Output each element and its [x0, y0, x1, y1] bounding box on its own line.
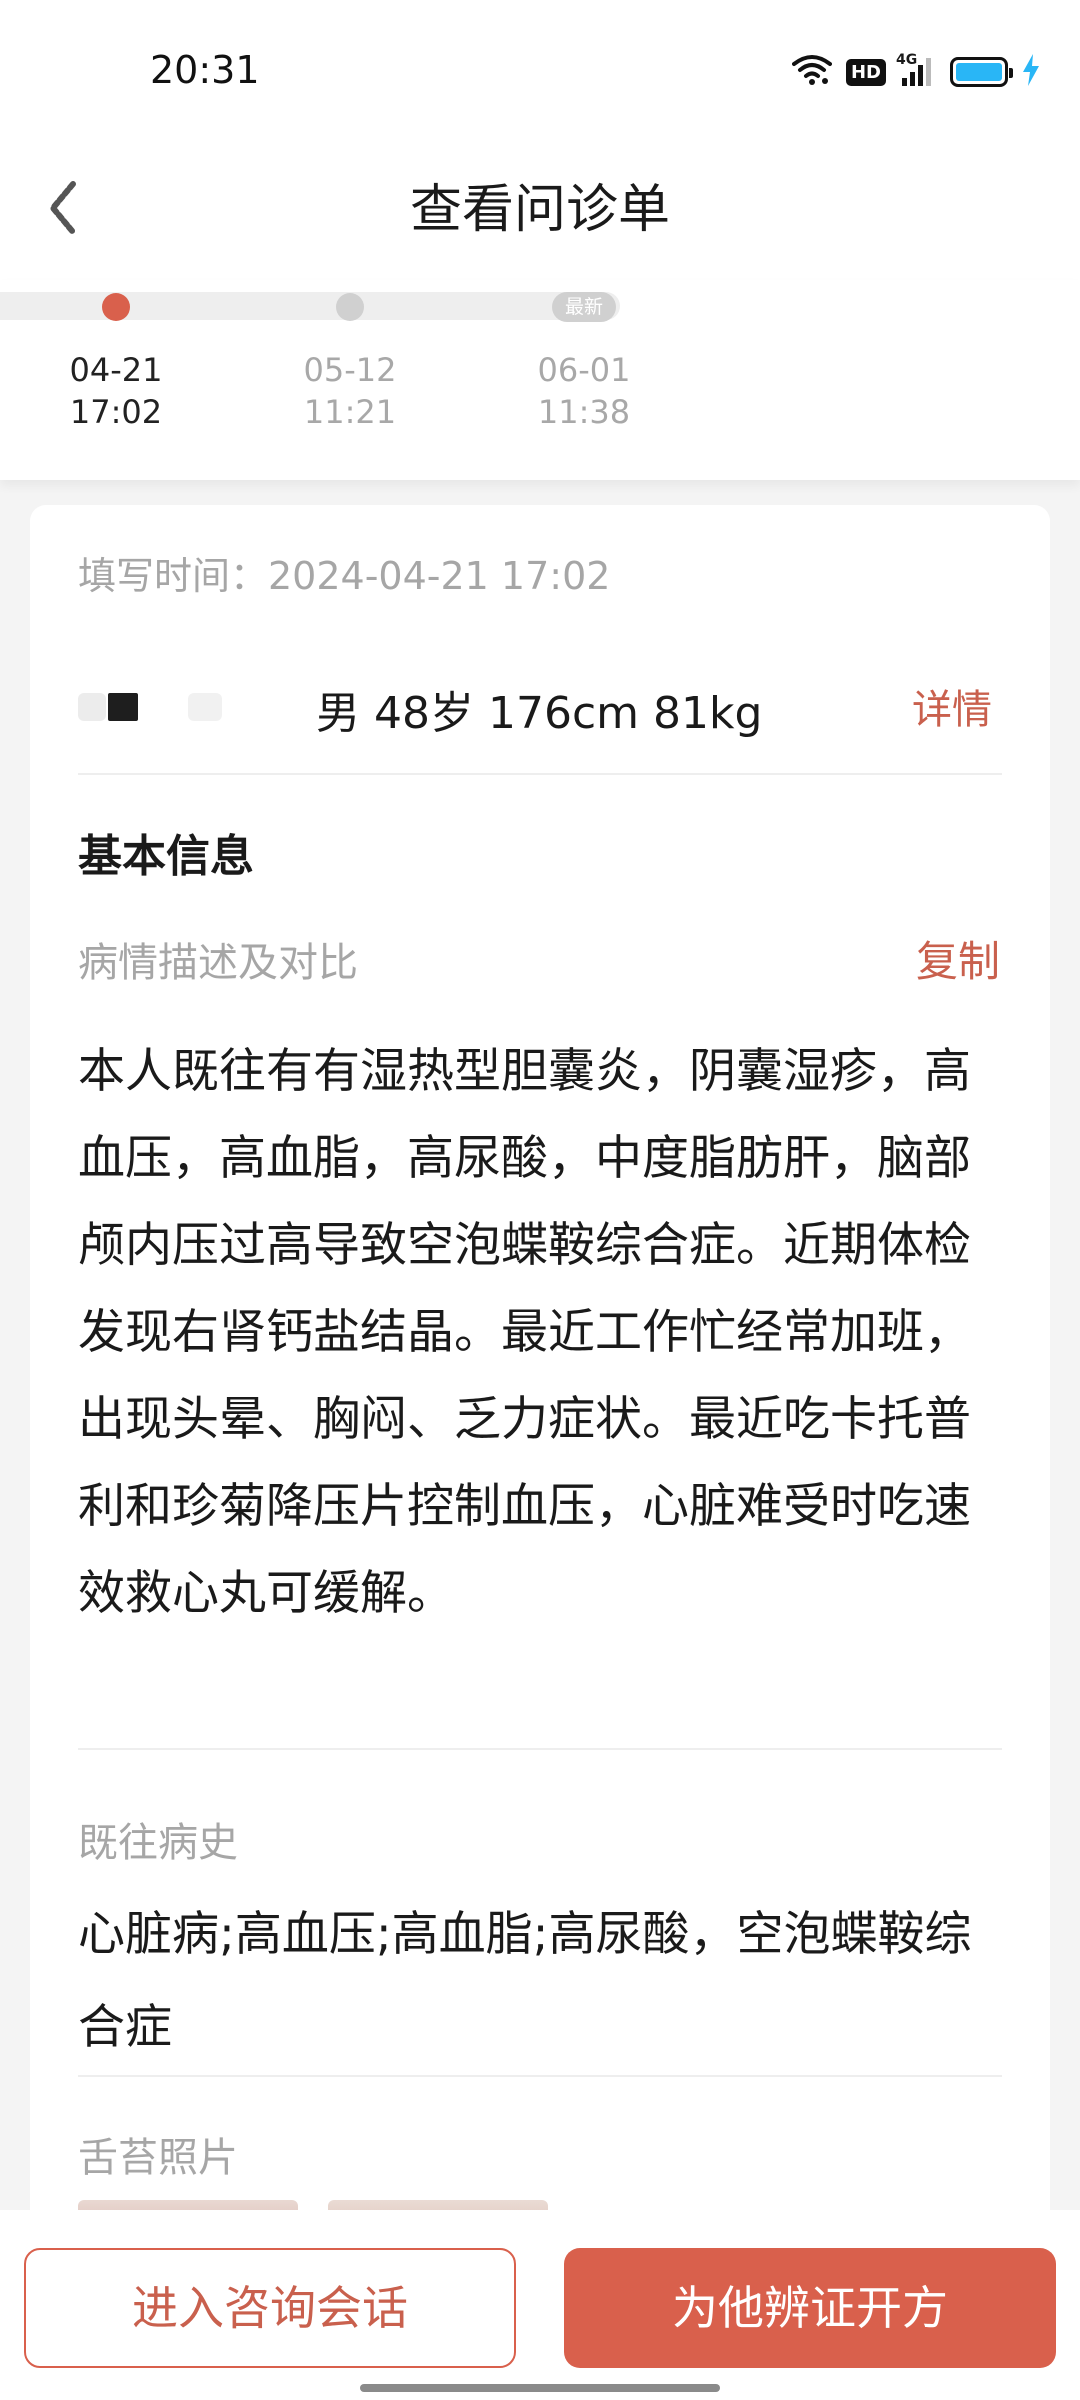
wifi-icon [791, 54, 832, 90]
copy-button[interactable]: 复制 [916, 928, 1000, 989]
latest-badge: 最新 [552, 292, 616, 322]
network-type-label: 4G [896, 52, 918, 68]
timeline-time: 11:38 [537, 393, 631, 431]
signal-icon: 4G [896, 52, 936, 88]
patient-row: 男 48岁 176cm 81kg 详情 [78, 655, 1002, 755]
prescribe-button[interactable]: 为他辨证开方 [564, 2248, 1056, 2368]
timeline-date: 06-01 [537, 351, 631, 389]
record-timeline: 04-21 17:02 05-12 11:21 最新 06-01 11:38 [0, 280, 1080, 480]
bottom-action-bar: 进入咨询会话 为他辨证开方 [0, 2210, 1080, 2400]
tongue-photo-label: 舌苔照片 [78, 2135, 238, 2181]
page-title: 查看问诊单 [409, 180, 670, 240]
divider [78, 773, 1002, 775]
timeline-date: 05-12 [303, 351, 397, 389]
battery-level-fill [956, 63, 1002, 81]
enter-consultation-button[interactable]: 进入咨询会话 [24, 2248, 516, 2368]
divider [78, 2075, 1002, 2077]
timeline-track [0, 292, 620, 320]
timeline-dot [336, 293, 364, 321]
app-header: 查看问诊单 [0, 140, 1080, 280]
charging-icon [1022, 54, 1040, 90]
home-indicator[interactable] [360, 2384, 720, 2392]
timeline-time: 17:02 [69, 393, 163, 431]
divider [78, 1748, 1002, 1750]
timeline-time: 11:21 [303, 393, 397, 431]
consultation-card: 填写时间：2024-04-21 17:02 男 48岁 176cm 81kg 详… [30, 505, 1050, 2265]
section-title-basic-info: 基本信息 [78, 831, 254, 882]
status-bar: 20:31 HD 4G [0, 0, 1080, 140]
condition-description: 本人既往有有湿热型胆囊炎，阴囊湿疹，高血压，高血脂，高尿酸，中度脂肪肝，脑部颅内… [78, 1044, 971, 1621]
detail-link[interactable]: 详情 [912, 677, 992, 735]
status-icons: HD 4G [791, 52, 1040, 92]
medical-history: 心脏病;高血压;高血脂;高尿酸，空泡蝶鞍综合症 [78, 1907, 972, 2055]
timeline-date: 04-21 [69, 351, 163, 389]
timeline-dot-active [102, 293, 130, 321]
patient-info: 男 48岁 176cm 81kg [316, 688, 763, 739]
patient-name-redacted [78, 685, 238, 725]
condition-label: 病情描述及对比 [78, 940, 358, 986]
status-time: 20:31 [150, 48, 260, 92]
battery-icon [950, 57, 1013, 87]
fill-time: 填写时间：2024-04-21 17:02 [78, 554, 611, 598]
history-label: 既往病史 [78, 1820, 238, 1866]
hd-icon: HD [845, 58, 886, 86]
